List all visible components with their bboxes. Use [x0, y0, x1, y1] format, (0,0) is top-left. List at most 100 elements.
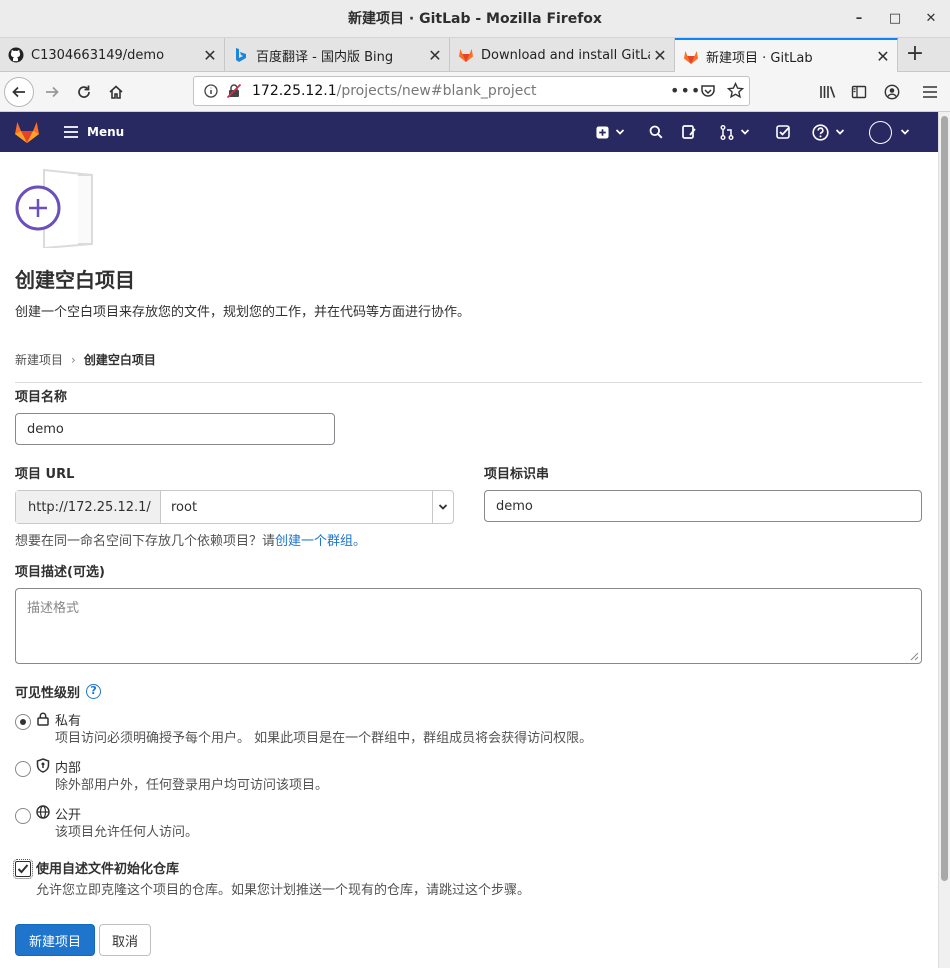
project-url-group: http://172.25.12.1/ root: [15, 490, 454, 524]
back-button[interactable]: [4, 77, 34, 107]
url-path: /projects/new#blank_project: [336, 83, 537, 99]
project-name-input[interactable]: demo: [15, 413, 335, 445]
visibility-label: 可见性级别 ?: [15, 682, 102, 701]
page-actions-icon[interactable]: •••: [670, 81, 701, 100]
tab-close-icon[interactable]: ✕: [873, 47, 893, 66]
home-button[interactable]: [102, 78, 130, 106]
window-title: 新建项目 · GitLab - Mozilla Firefox: [348, 11, 602, 27]
chevron-down-icon: [438, 504, 448, 510]
visibility-internal-radio[interactable]: [15, 761, 31, 777]
bookmark-star-icon[interactable]: [727, 82, 744, 99]
account-icon[interactable]: [878, 78, 906, 106]
window-titlebar: 新建项目 · GitLab - Mozilla Firefox – □ ✕: [0, 0, 950, 38]
chevron-down-icon: [900, 129, 910, 135]
gitlab-logo-icon[interactable]: [14, 112, 40, 152]
address-bar[interactable]: 172.25.12.1/projects/new#blank_project •…: [193, 76, 750, 106]
visibility-internal-desc: 除外部用户外，任何登录用户均可访问该项目。: [55, 778, 329, 793]
tab-new-project[interactable]: 新建项目 · GitLab ✕: [675, 38, 898, 73]
tab-label: 新建项目 · GitLab: [706, 51, 813, 66]
gitlab-header: Menu: [0, 112, 938, 152]
cancel-button[interactable]: 取消: [99, 924, 151, 956]
menu-button[interactable]: Menu: [64, 112, 124, 152]
breadcrumb-separator-icon: ›: [71, 352, 76, 367]
divider: [15, 382, 922, 383]
tab-github[interactable]: C1304663149/demo ✕: [0, 38, 225, 72]
sidebar-icon[interactable]: [845, 78, 873, 106]
project-slug-label: 项目标识串: [484, 467, 550, 482]
tab-label: 百度翻译 - 国内版 Bing: [256, 49, 394, 65]
avatar: [869, 120, 892, 144]
help-icon[interactable]: ?: [86, 684, 102, 699]
chevron-down-icon: [740, 129, 750, 135]
globe-icon: [36, 805, 50, 819]
menu-label: Menu: [87, 125, 125, 139]
checkmark-icon: [17, 864, 29, 874]
bing-icon: [233, 47, 249, 63]
issues-button[interactable]: [682, 112, 697, 152]
tab-label: Download and install GitLab: [481, 47, 650, 63]
tab-close-icon[interactable]: ✕: [425, 46, 445, 65]
new-dropdown-button[interactable]: [596, 112, 625, 152]
tab-gitlab-download[interactable]: Download and install GitLab ✕: [450, 38, 675, 72]
gitlab-icon: [458, 47, 474, 63]
hamburger-menu-icon[interactable]: [916, 78, 944, 106]
blank-project-illustration: [14, 168, 98, 252]
merge-request-icon: [720, 124, 734, 140]
group-hint-text: 想要在同一命名空间下存放几个依赖项目？请: [15, 534, 276, 549]
info-icon[interactable]: [204, 84, 220, 98]
visibility-public-radio[interactable]: [15, 808, 31, 824]
todos-button[interactable]: [776, 112, 791, 152]
page-scrollbar-thumb[interactable]: [941, 116, 948, 881]
tab-bar: C1304663149/demo ✕ 百度翻译 - 国内版 Bing ✕ Dow…: [0, 38, 950, 73]
menu-icon: [64, 126, 78, 138]
user-menu-button[interactable]: [869, 112, 910, 152]
close-window-icon[interactable]: ✕: [924, 0, 938, 38]
breadcrumb-current: 创建空白项目: [83, 353, 156, 367]
reload-icon: [78, 85, 90, 98]
todo-check-icon: [776, 125, 790, 139]
forward-button[interactable]: [38, 78, 66, 106]
library-icon[interactable]: [814, 78, 842, 106]
tab-close-icon[interactable]: ✕: [200, 46, 220, 65]
chevron-down-icon: [615, 129, 625, 135]
url-text[interactable]: 172.25.12.1/projects/new#blank_project: [252, 83, 537, 99]
resize-handle-icon: [910, 652, 919, 661]
chevron-down-icon: [835, 129, 845, 135]
tab-close-icon[interactable]: ✕: [650, 46, 670, 65]
project-slug-input[interactable]: demo: [484, 490, 922, 522]
project-description-label: 项目描述(可选): [15, 565, 105, 580]
minimize-icon[interactable]: –: [852, 0, 866, 38]
create-group-link[interactable]: 创建一个群组。: [275, 534, 366, 549]
issues-icon: [682, 125, 696, 139]
page-description: 创建一个空白项目来存放您的文件，规划您的工作，并在代码等方面进行协作。: [15, 305, 471, 320]
search-icon: [649, 125, 663, 139]
visibility-private-radio[interactable]: [15, 714, 31, 730]
home-icon: [109, 85, 123, 99]
breadcrumb-parent[interactable]: 新建项目: [15, 351, 63, 368]
init-readme-desc: 允许您立即克隆这个项目的仓库。如果您计划推送一个现有的仓库，请跳过这个步骤。: [36, 883, 531, 898]
reload-button[interactable]: [70, 78, 98, 106]
help-button[interactable]: [812, 112, 845, 152]
insecure-lock-icon[interactable]: [226, 83, 244, 99]
maximize-icon[interactable]: □: [888, 0, 902, 38]
navigation-bar: 172.25.12.1/projects/new#blank_project •…: [0, 72, 950, 112]
url-prefix: http://172.25.12.1/: [16, 491, 161, 523]
namespace-dropdown-button[interactable]: [432, 491, 453, 523]
create-project-button[interactable]: 新建项目: [15, 924, 95, 956]
merge-requests-button[interactable]: [720, 112, 750, 152]
group-hint: 想要在同一命名空间下存放几个依赖项目？请创建一个群组。: [15, 530, 366, 549]
search-button[interactable]: [649, 112, 663, 152]
tab-bing[interactable]: 百度翻译 - 国内版 Bing ✕: [225, 38, 450, 72]
new-tab-button[interactable]: +: [898, 38, 932, 72]
namespace-select[interactable]: root: [161, 491, 432, 523]
init-readme-checkbox[interactable]: [13, 859, 33, 879]
visibility-public-desc: 该项目允许任何人访问。: [55, 825, 199, 840]
lock-icon: [37, 712, 49, 726]
question-circle-icon: [812, 123, 829, 141]
init-readme-label[interactable]: 使用自述文件初始化仓库: [36, 858, 179, 877]
project-url-label: 项目 URL: [15, 467, 75, 482]
visibility-label-text: 可见性级别: [15, 686, 81, 701]
gitlab-icon: [683, 49, 699, 65]
project-description-textarea[interactable]: 描述格式: [15, 588, 922, 664]
pocket-icon[interactable]: [700, 83, 716, 99]
